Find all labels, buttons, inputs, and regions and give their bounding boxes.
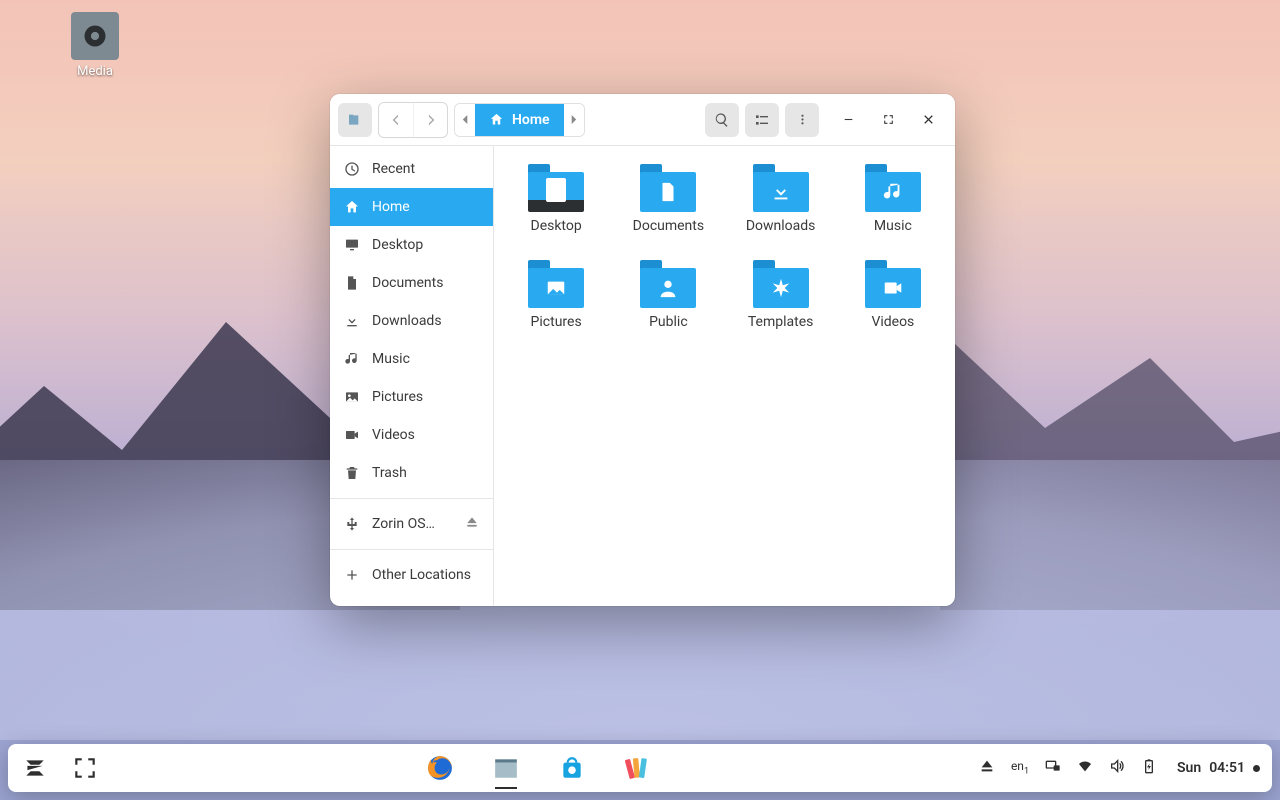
shopping-bag-icon: [559, 755, 585, 781]
clock-icon: [344, 161, 360, 177]
desktop-icon-label: Media: [60, 64, 130, 79]
music-icon: [344, 351, 360, 367]
download-icon: [344, 313, 360, 329]
folder-label: Documents: [633, 218, 704, 234]
folder-label: Desktop: [531, 218, 582, 234]
folder-videos[interactable]: Videos: [841, 256, 945, 334]
sidebar-item-videos[interactable]: Videos: [330, 416, 493, 454]
color-swatch-icon: [625, 755, 651, 781]
sidebar-item-downloads[interactable]: Downloads: [330, 302, 493, 340]
forward-button[interactable]: [413, 103, 447, 137]
sidebar-item-label: Videos: [372, 427, 479, 443]
folder-label: Videos: [871, 314, 914, 330]
taskbar-app-firefox[interactable]: [425, 748, 455, 788]
sidebar-item-device-zorin[interactable]: Zorin OS…: [330, 505, 493, 543]
hamburger-menu-button[interactable]: [785, 103, 819, 137]
sidebar-item-documents[interactable]: Documents: [330, 264, 493, 302]
notifications-indicator: [1253, 765, 1260, 772]
media-icon: [71, 12, 119, 60]
zorin-logo-icon: [22, 755, 48, 781]
sidebar-item-label: Recent: [372, 161, 479, 177]
usb-icon: [344, 516, 360, 532]
folder-label: Music: [874, 218, 912, 234]
tray-network-icon[interactable]: [1077, 758, 1093, 778]
plus-icon: [344, 567, 360, 583]
system-tray: en1: [979, 758, 1157, 778]
folder-content[interactable]: Desktop Documents Downloads Music Pictur…: [494, 146, 955, 606]
pictures-icon: [344, 389, 360, 405]
tray-display-icon[interactable]: [1045, 758, 1061, 778]
folder-label: Pictures: [531, 314, 582, 330]
firefox-icon: [427, 755, 453, 781]
file-manager-window: Home Recent Home Desktop Documents: [330, 94, 955, 606]
start-menu-button[interactable]: [20, 748, 50, 788]
document-icon: [344, 275, 360, 291]
sidebar-item-label: Documents: [372, 275, 479, 291]
window-controls: [839, 103, 937, 137]
path-prev[interactable]: [455, 104, 475, 136]
folder-documents[interactable]: Documents: [616, 160, 720, 238]
tray-volume-icon[interactable]: [1109, 758, 1125, 778]
folder-label: Public: [649, 314, 688, 330]
desktop-icon: [344, 237, 360, 253]
places-menu-button[interactable]: [338, 103, 372, 137]
taskbar-app-appearance[interactable]: [623, 748, 653, 788]
sidebar-item-label: Trash: [372, 465, 479, 481]
path-next[interactable]: [564, 104, 584, 136]
clock-time: 04:51: [1209, 760, 1245, 776]
sidebar-item-other-locations[interactable]: Other Locations: [330, 556, 493, 594]
sidebar-item-label: Zorin OS…: [372, 516, 453, 532]
sidebar-item-trash[interactable]: Trash: [330, 454, 493, 492]
close-button[interactable]: [919, 103, 937, 137]
folder-pictures[interactable]: Pictures: [504, 256, 608, 334]
breadcrumb-home[interactable]: Home: [475, 104, 564, 136]
folder-music[interactable]: Music: [841, 160, 945, 238]
back-button[interactable]: [379, 103, 413, 137]
tray-eject-button[interactable]: [979, 758, 995, 778]
desktop-wallpaper[interactable]: Media Home: [0, 0, 1280, 800]
desktop-icon-media[interactable]: Media: [60, 12, 130, 79]
trash-icon: [344, 465, 360, 481]
sidebar-item-label: Other Locations: [372, 567, 479, 583]
view-toggle-button[interactable]: [745, 103, 779, 137]
folder-label: Templates: [748, 314, 814, 330]
folder-public[interactable]: Public: [616, 256, 720, 334]
taskbar-clock[interactable]: Sun 04:51: [1177, 760, 1260, 776]
eject-button[interactable]: [465, 515, 479, 533]
path-bar: Home: [454, 103, 585, 137]
home-icon: [344, 199, 360, 215]
taskbar-app-files[interactable]: [491, 748, 521, 788]
maximize-button[interactable]: [879, 103, 897, 137]
sidebar-item-recent[interactable]: Recent: [330, 150, 493, 188]
sidebar-item-pictures[interactable]: Pictures: [330, 378, 493, 416]
sidebar-item-label: Desktop: [372, 237, 479, 253]
tray-battery-icon[interactable]: [1141, 758, 1157, 778]
workspaces-button[interactable]: [70, 748, 100, 788]
sidebar: Recent Home Desktop Documents Downloads …: [330, 146, 494, 606]
folder-downloads[interactable]: Downloads: [729, 160, 833, 238]
breadcrumb-label: Home: [512, 112, 550, 128]
toolbar: Home: [330, 94, 955, 146]
nav-buttons: [378, 102, 448, 138]
sidebar-item-music[interactable]: Music: [330, 340, 493, 378]
taskbar-app-software[interactable]: [557, 748, 587, 788]
sidebar-item-label: Downloads: [372, 313, 479, 329]
taskbar: en1 Sun 04:51: [8, 744, 1272, 792]
folder-desktop[interactable]: Desktop: [504, 160, 608, 238]
fullscreen-icon: [72, 755, 98, 781]
video-icon: [344, 427, 360, 443]
tray-keyboard-layout[interactable]: en1: [1011, 759, 1029, 776]
folder-label: Downloads: [746, 218, 816, 234]
sidebar-item-home[interactable]: Home: [330, 188, 493, 226]
folder-templates[interactable]: Templates: [729, 256, 833, 334]
sidebar-item-label: Pictures: [372, 389, 479, 405]
clock-day: Sun: [1177, 760, 1201, 776]
sidebar-item-desktop[interactable]: Desktop: [330, 226, 493, 264]
search-button[interactable]: [705, 103, 739, 137]
sidebar-item-label: Home: [372, 199, 479, 215]
minimize-button[interactable]: [839, 103, 857, 137]
sidebar-item-label: Music: [372, 351, 479, 367]
files-icon: [493, 755, 519, 781]
home-icon: [489, 112, 504, 127]
